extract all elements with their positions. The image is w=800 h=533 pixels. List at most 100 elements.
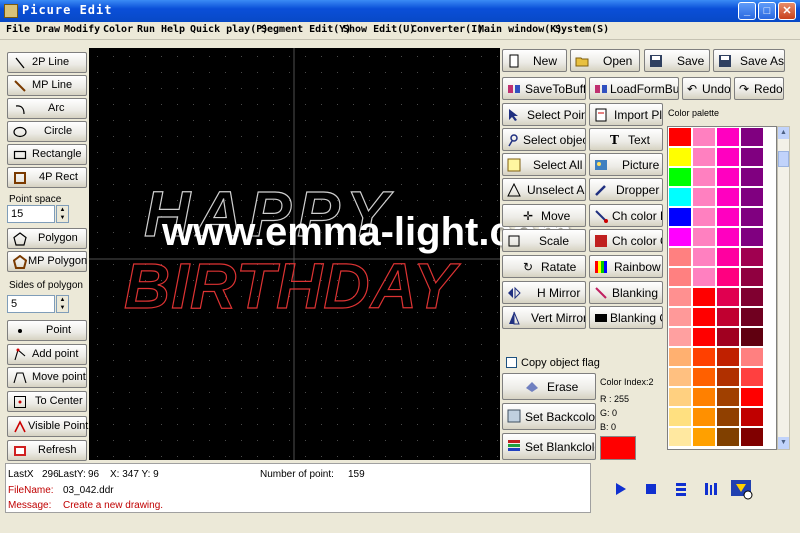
palette-cell[interactable] xyxy=(716,347,740,367)
erase-button[interactable]: Erase xyxy=(502,373,596,400)
palette-cell[interactable] xyxy=(716,427,740,447)
checkbox-box[interactable] xyxy=(506,357,517,368)
step-icon[interactable] xyxy=(673,481,689,497)
scroll-down-icon[interactable]: ▼ xyxy=(778,437,789,449)
palette-cell[interactable] xyxy=(716,207,740,227)
menu-converter[interactable]: Converter(I) xyxy=(411,24,483,35)
palette-cell[interactable] xyxy=(740,387,764,407)
rectangle-button[interactable]: Rectangle xyxy=(7,144,87,165)
palette-cell[interactable] xyxy=(668,207,692,227)
palette-cell[interactable] xyxy=(692,307,716,327)
palette-cell[interactable] xyxy=(692,227,716,247)
palette-cell[interactable] xyxy=(668,167,692,187)
palette-cell[interactable] xyxy=(716,407,740,427)
palette-cell[interactable] xyxy=(716,127,740,147)
down-arrow-icon[interactable]: ▼ xyxy=(57,214,68,222)
menu-main-window[interactable]: Main window(K) xyxy=(478,24,562,35)
picture-button[interactable]: Picture xyxy=(589,153,663,176)
palette-cell[interactable] xyxy=(668,147,692,167)
palette-cell[interactable] xyxy=(740,247,764,267)
palette-cell[interactable] xyxy=(716,307,740,327)
sides-input[interactable]: 5 xyxy=(7,295,55,313)
menu-system[interactable]: System(S) xyxy=(555,24,609,35)
palette-cell[interactable] xyxy=(692,187,716,207)
palette-cell[interactable] xyxy=(668,127,692,147)
menu-show-edit[interactable]: Show Edit(U) xyxy=(343,24,415,35)
palette-cell[interactable] xyxy=(740,207,764,227)
palette-cell[interactable] xyxy=(692,407,716,427)
palette-cell[interactable] xyxy=(740,367,764,387)
palette-cell[interactable] xyxy=(740,307,764,327)
menu-color[interactable]: Color xyxy=(103,24,133,35)
palette-cell[interactable] xyxy=(716,147,740,167)
import-plt-button[interactable]: Import Plt xyxy=(589,103,663,126)
palette-cell[interactable] xyxy=(740,187,764,207)
up-arrow-icon[interactable]: ▲ xyxy=(57,296,68,304)
point-button[interactable]: Point xyxy=(7,320,87,341)
menu-quick-play[interactable]: Quick play(P) xyxy=(190,24,268,35)
palette-scrollbar[interactable]: ▲ ▼ xyxy=(777,126,790,450)
scroll-thumb[interactable] xyxy=(778,151,789,167)
palette-cell[interactable] xyxy=(692,387,716,407)
blanking-l-button[interactable]: Blanking L xyxy=(589,281,663,304)
open-button[interactable]: Open xyxy=(570,49,640,72)
set-blankcolor-button[interactable]: Set Blankclolor xyxy=(502,433,596,460)
palette-cell[interactable] xyxy=(668,287,692,307)
point-space-spinner[interactable]: ▲ ▼ xyxy=(56,205,69,223)
palette-cell[interactable] xyxy=(716,267,740,287)
palette-cell[interactable] xyxy=(692,327,716,347)
ch-color-l-button[interactable]: Ch color L xyxy=(589,204,663,227)
palette-cell[interactable] xyxy=(692,147,716,167)
text-button[interactable]: T Text xyxy=(589,128,663,151)
palette-cell[interactable] xyxy=(668,427,692,447)
palette-cell[interactable] xyxy=(692,167,716,187)
sides-spinner[interactable]: ▲ ▼ xyxy=(56,295,69,313)
arc-button[interactable]: Arc xyxy=(7,98,87,119)
refresh-button[interactable]: Refresh xyxy=(7,440,87,461)
palette-cell[interactable] xyxy=(716,327,740,347)
maximize-button[interactable]: □ xyxy=(758,2,776,20)
palette-cell[interactable] xyxy=(692,287,716,307)
select-all-button[interactable]: Select All xyxy=(502,153,586,176)
mp-polygon-button[interactable]: MP Polygon xyxy=(7,251,87,272)
mp-line-button[interactable]: MP Line xyxy=(7,75,87,96)
menu-draw[interactable]: Draw xyxy=(36,24,60,35)
select-point-button[interactable]: Select Point xyxy=(502,103,586,126)
color-palette[interactable] xyxy=(667,126,777,450)
palette-cell[interactable] xyxy=(740,267,764,287)
new-button[interactable]: New xyxy=(502,49,567,72)
rainbow-button[interactable]: Rainbow xyxy=(589,255,663,278)
menu-modify[interactable]: Modify xyxy=(64,24,100,35)
save-button[interactable]: Save xyxy=(644,49,710,72)
palette-cell[interactable] xyxy=(740,347,764,367)
close-button[interactable]: ✕ xyxy=(778,2,796,20)
palette-cell[interactable] xyxy=(668,227,692,247)
minimize-button[interactable]: _ xyxy=(738,2,756,20)
scroll-up-icon[interactable]: ▲ xyxy=(778,127,789,139)
to-center-button[interactable]: To Center xyxy=(7,391,87,412)
palette-cell[interactable] xyxy=(692,247,716,267)
palette-cell[interactable] xyxy=(668,327,692,347)
up-arrow-icon[interactable]: ▲ xyxy=(57,206,68,214)
undo-button[interactable]: ↶ Undo xyxy=(682,77,731,100)
visible-point-button[interactable]: Visible Point xyxy=(7,416,88,437)
palette-cell[interactable] xyxy=(740,327,764,347)
palette-cell[interactable] xyxy=(692,427,716,447)
palette-cell[interactable] xyxy=(740,427,764,447)
palette-cell[interactable] xyxy=(668,247,692,267)
move-button[interactable]: ✛ Move xyxy=(502,204,586,227)
palette-cell[interactable] xyxy=(692,367,716,387)
wave-icon[interactable] xyxy=(703,481,719,497)
palette-cell[interactable] xyxy=(668,187,692,207)
palette-cell[interactable] xyxy=(716,247,740,267)
dropper-button[interactable]: Dropper xyxy=(589,178,663,201)
palette-cell[interactable] xyxy=(668,387,692,407)
palette-cell[interactable] xyxy=(716,367,740,387)
laser-output-icon[interactable] xyxy=(730,478,754,500)
move-point-button[interactable]: Move point xyxy=(7,367,87,388)
palette-cell[interactable] xyxy=(716,167,740,187)
palette-cell[interactable] xyxy=(716,187,740,207)
palette-cell[interactable] xyxy=(716,227,740,247)
menu-run[interactable]: Run xyxy=(137,24,155,35)
stop-icon[interactable] xyxy=(643,481,659,497)
